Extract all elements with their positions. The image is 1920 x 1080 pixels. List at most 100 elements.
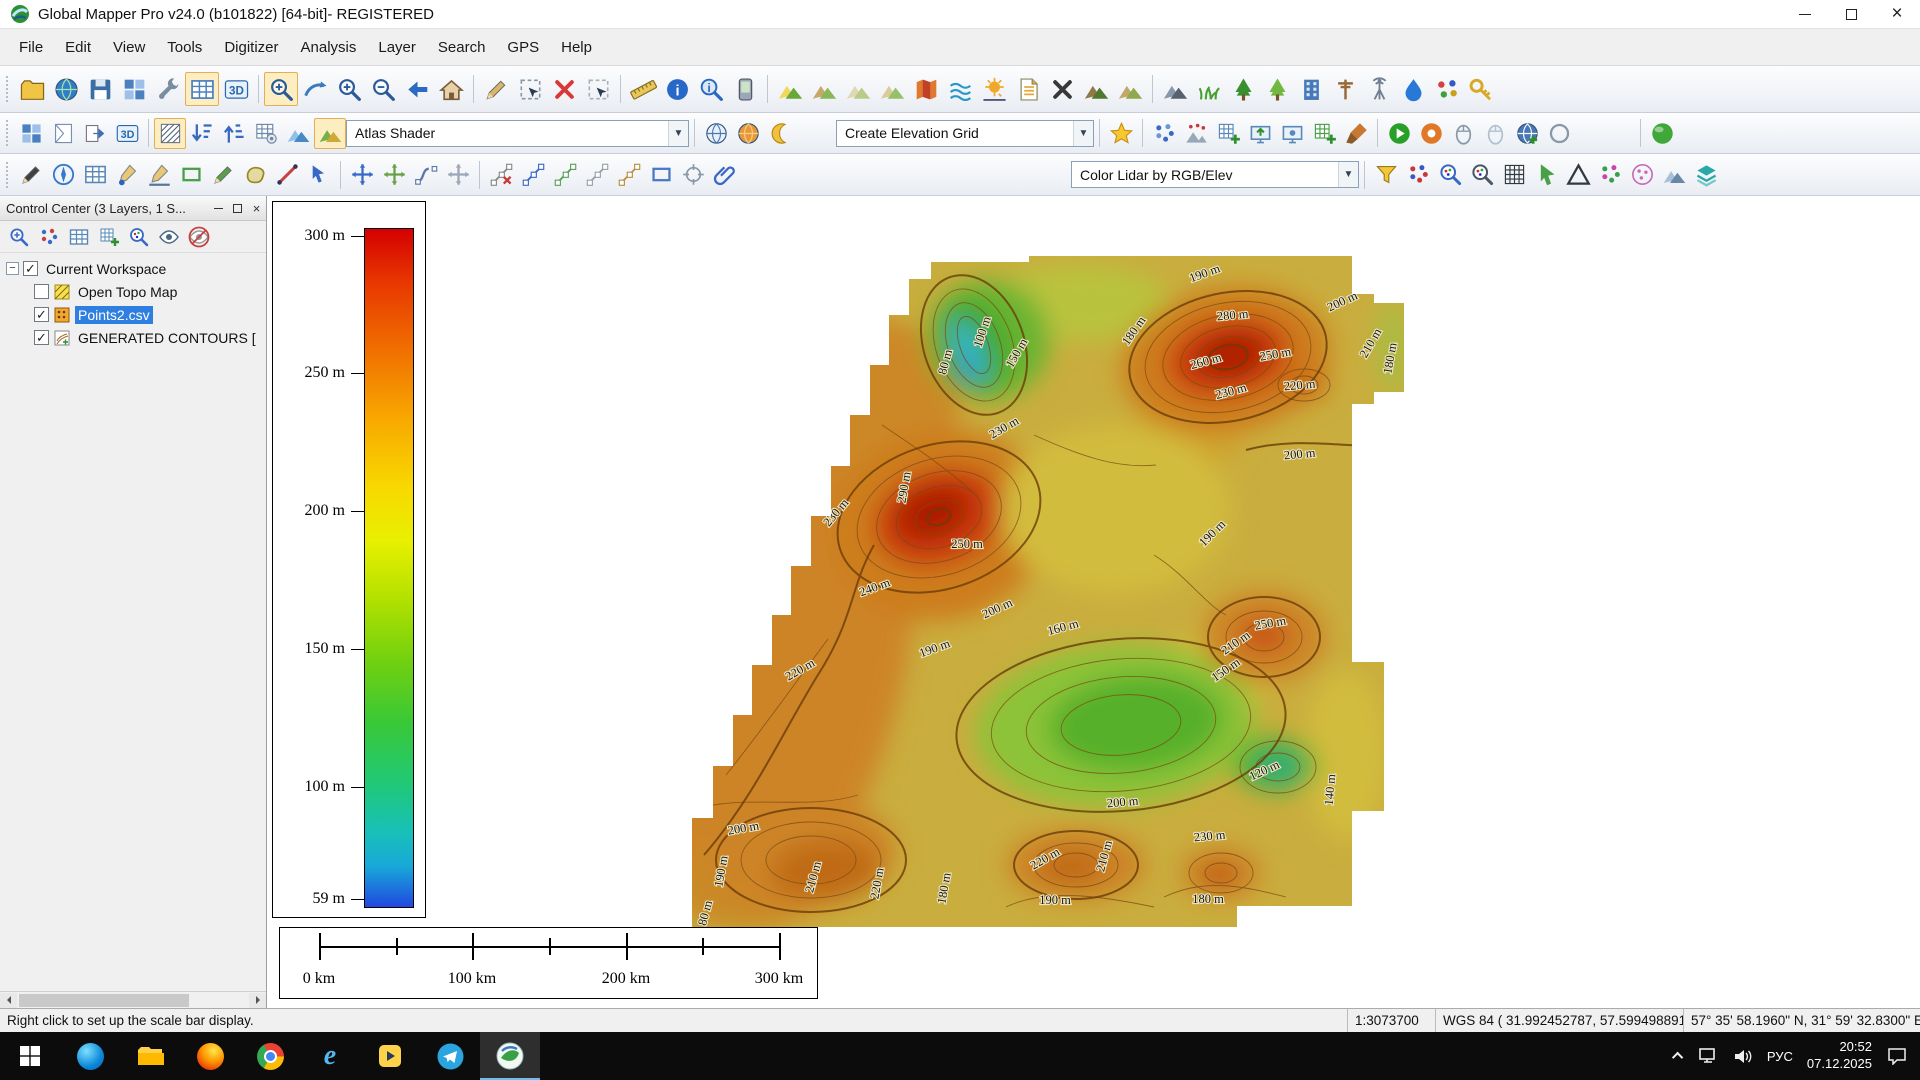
- watershed-analysis-button[interactable]: [943, 72, 977, 106]
- layer-label[interactable]: Current Workspace: [43, 260, 169, 278]
- open-online-data-button[interactable]: [49, 72, 83, 106]
- create-elevation-grid-combo[interactable]: Create Elevation Grid▼: [836, 120, 1094, 147]
- favorites-button[interactable]: [1105, 118, 1137, 149]
- lidar-select-tool-button[interactable]: [1530, 159, 1562, 190]
- pan-tool-button[interactable]: [298, 72, 332, 106]
- cc-minimize-button[interactable]: [209, 199, 228, 218]
- terrain-merge-button[interactable]: [1113, 72, 1147, 106]
- taskbar-player-button[interactable]: [360, 1032, 420, 1080]
- configuration-button[interactable]: [151, 72, 185, 106]
- cc-hide-layer-button[interactable]: [184, 223, 214, 251]
- taskbar-explorer-button[interactable]: [120, 1032, 180, 1080]
- draw-range-ring-button[interactable]: [239, 159, 271, 190]
- cc-maximize-button[interactable]: [228, 199, 247, 218]
- undelete-features-button[interactable]: [581, 72, 615, 106]
- snap-parallel-button[interactable]: [581, 159, 613, 190]
- zoom-out-button[interactable]: [366, 72, 400, 106]
- map-layout-button[interactable]: [47, 118, 79, 149]
- smooth-feature-button[interactable]: [410, 159, 442, 190]
- lidar-query-dark-button[interactable]: [1466, 159, 1498, 190]
- view-3d-window-button[interactable]: 3D: [111, 118, 143, 149]
- globe-night-mode-button[interactable]: [764, 118, 796, 149]
- tree-expander-icon[interactable]: −: [6, 262, 19, 275]
- lidar-filter-button[interactable]: [1370, 159, 1402, 190]
- move-feature-button[interactable]: [346, 159, 378, 190]
- zoom-step-up-button[interactable]: [218, 118, 250, 149]
- lidar-class-points-button[interactable]: [1594, 159, 1626, 190]
- draw-line-tool-button[interactable]: [143, 159, 175, 190]
- select-features-button[interactable]: [513, 72, 547, 106]
- raster-options-button[interactable]: [909, 72, 943, 106]
- taskbar-internet-explorer-button[interactable]: e: [300, 1032, 360, 1080]
- digitizer-tool-button[interactable]: [479, 72, 513, 106]
- poi-water-button[interactable]: [1396, 72, 1430, 106]
- attribute-editor-button[interactable]: [79, 159, 111, 190]
- poi-key-button[interactable]: [1464, 72, 1498, 106]
- vertex-delete-button[interactable]: [485, 159, 517, 190]
- globe-wireframe-button[interactable]: [700, 118, 732, 149]
- lidar-point-cloud-button[interactable]: [1148, 118, 1180, 149]
- layer-row-open-topo-map[interactable]: Open Topo Map: [0, 280, 266, 303]
- menu-help[interactable]: Help: [550, 29, 603, 65]
- control-center-titlebar[interactable]: Control Center (3 Layers, 1 S... ×: [0, 196, 266, 221]
- scroll-track[interactable]: [17, 993, 249, 1008]
- globe-online-sources-button[interactable]: [732, 118, 764, 149]
- lidar-paint-class-button[interactable]: [1340, 118, 1372, 149]
- poi-utility-pole-button[interactable]: [1328, 72, 1362, 106]
- zoom-step-down-button[interactable]: [186, 118, 218, 149]
- poi-grass-button[interactable]: [1192, 72, 1226, 106]
- lidar-display-view-button[interactable]: [1276, 118, 1308, 149]
- taskbar-clock[interactable]: 20:52 07.12.2025: [1807, 1039, 1872, 1073]
- view-shed-analysis-button[interactable]: [977, 72, 1011, 106]
- lidar-extract-view-button[interactable]: [1244, 118, 1276, 149]
- show-map-view-button[interactable]: [185, 72, 219, 106]
- map-canvas[interactable]: 190 m200 m210 m180 m280 m260 m250 m230 m…: [267, 196, 1920, 1008]
- lidar-globe-points-button[interactable]: [1626, 159, 1658, 190]
- minimize-button[interactable]: [1782, 0, 1828, 29]
- menu-view[interactable]: View: [102, 29, 156, 65]
- export-view-button[interactable]: [79, 118, 111, 149]
- snap-intersection-button[interactable]: [613, 159, 645, 190]
- globe-add-data-button[interactable]: [1511, 118, 1543, 149]
- cc-online-layers-button[interactable]: [34, 223, 64, 251]
- gps-tracking-button[interactable]: [728, 72, 762, 106]
- menu-gps[interactable]: GPS: [496, 29, 550, 65]
- shift-vertices-button[interactable]: [442, 159, 474, 190]
- grid-display-options-button[interactable]: [250, 118, 282, 149]
- lidar-query-button[interactable]: [1434, 159, 1466, 190]
- scroll-right-arrow[interactable]: [249, 993, 266, 1008]
- taskbar-telegram-button[interactable]: [420, 1032, 480, 1080]
- mouse-mode-fast-button[interactable]: [1479, 118, 1511, 149]
- full-extent-button[interactable]: [434, 72, 468, 106]
- poi-building-button[interactable]: [1294, 72, 1328, 106]
- poi-park-button[interactable]: [1260, 72, 1294, 106]
- menu-layer[interactable]: Layer: [367, 29, 427, 65]
- menu-search[interactable]: Search: [427, 29, 497, 65]
- tile-windows-button[interactable]: [117, 72, 151, 106]
- draw-area-tool-button[interactable]: [175, 159, 207, 190]
- scroll-left-arrow[interactable]: [0, 993, 17, 1008]
- speaker-icon[interactable]: [1733, 1048, 1753, 1065]
- lidar-layer-stack-button[interactable]: [1690, 159, 1722, 190]
- save-workspace-button[interactable]: [83, 72, 117, 106]
- language-indicator[interactable]: РУС: [1767, 1049, 1793, 1064]
- toolbar-grip[interactable]: [6, 120, 10, 146]
- terrain-analysis-button[interactable]: [841, 72, 875, 106]
- cc-layer-checks-button[interactable]: [94, 223, 124, 251]
- atlas-shader-combo[interactable]: Atlas Shader▼: [346, 120, 689, 147]
- clear-analysis-button[interactable]: [1045, 72, 1079, 106]
- draw-freehand-button[interactable]: [207, 159, 239, 190]
- layer-label[interactable]: GENERATED CONTOURS [: [75, 329, 259, 347]
- move-selected-button[interactable]: [378, 159, 410, 190]
- chevron-down-icon[interactable]: ▼: [1338, 162, 1358, 187]
- toolbar-grip[interactable]: [6, 76, 10, 102]
- layer-label[interactable]: Open Topo Map: [75, 283, 180, 301]
- fly-through-play-button[interactable]: [1383, 118, 1415, 149]
- layer-checkbox[interactable]: [34, 284, 49, 299]
- create-elevation-grid-button[interactable]: [807, 72, 841, 106]
- network-icon[interactable]: [1697, 1047, 1719, 1065]
- draw-line-red-button[interactable]: [271, 159, 303, 190]
- cc-close-button[interactable]: ×: [247, 199, 266, 218]
- close-button[interactable]: ×: [1874, 0, 1920, 29]
- taskbar-edge-button[interactable]: [60, 1032, 120, 1080]
